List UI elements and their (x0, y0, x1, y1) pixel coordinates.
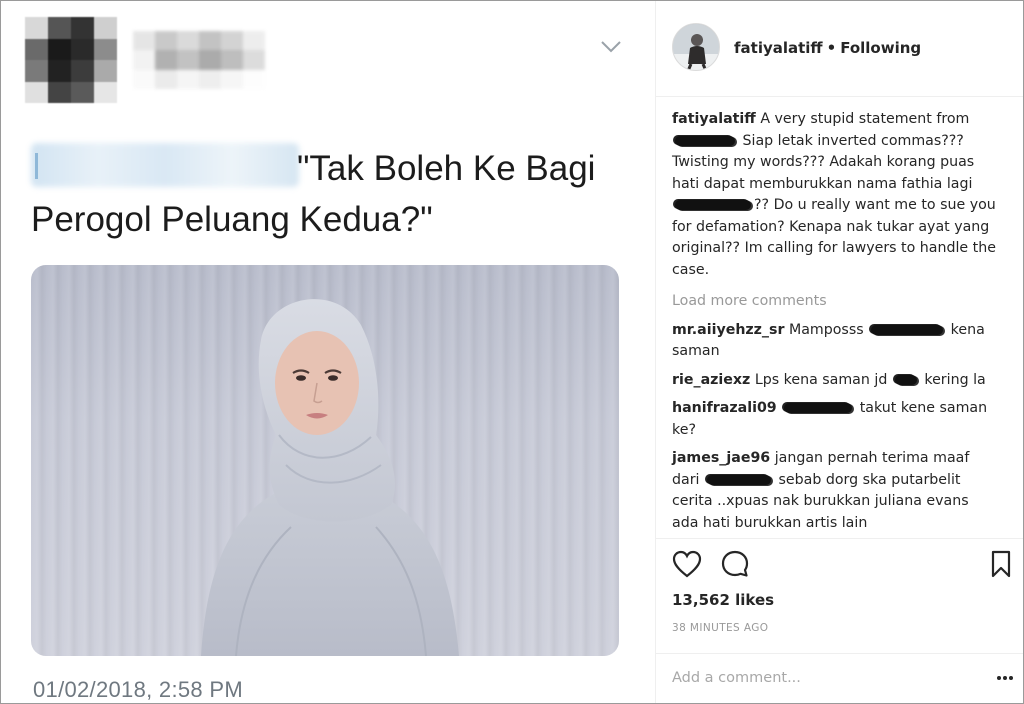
post-header: fatiyalatiff • Following (656, 1, 1023, 97)
comment-text: kering la (924, 371, 986, 388)
header-username[interactable]: fatiyalatiff (734, 39, 823, 57)
redaction-mark (707, 474, 771, 485)
load-more-comments-link[interactable]: Load more comments (672, 291, 998, 313)
profile-photo (673, 24, 719, 70)
redaction-mark (675, 200, 751, 210)
likes-count[interactable]: 13,562 likes (672, 591, 774, 609)
header-user: fatiyalatiff • Following (734, 39, 921, 57)
comment-username[interactable]: james_jae96 (672, 450, 770, 466)
censored-avatar (25, 17, 117, 103)
comment-text: Lps kena saman jd (754, 371, 888, 388)
more-options-icon[interactable] (996, 675, 1014, 681)
comment-item: rie_aziexz Lps kena saman jd kering la (672, 370, 998, 392)
caption-text-1: A very stupid statement from (760, 111, 970, 127)
redaction-mark (871, 324, 944, 335)
instagram-panel: fatiyalatiff • Following fatiyalatiff A ve… (656, 1, 1023, 703)
following-button[interactable]: Following (840, 39, 921, 57)
censored-username (133, 31, 265, 89)
actions-divider (656, 538, 1023, 539)
heart-icon[interactable] (672, 550, 702, 578)
tweet-timestamp: 01/02/2018, 2:58 PM (33, 677, 243, 702)
bookmark-icon[interactable] (991, 550, 1011, 578)
caption-username[interactable]: fatiyalatiff (672, 111, 756, 127)
tweet-image: "Tak Boleh Ke Bagi Perogol Peluang Kedua… (1, 1, 654, 703)
tweet-photo[interactable] (31, 265, 619, 656)
comment-text: Mamposss (788, 321, 864, 338)
post-time[interactable]: 38 MINUTES AGO (672, 622, 768, 634)
comment-item: james_jae96 jangan pernah terima maaf da… (672, 448, 998, 534)
comment-icon[interactable] (721, 550, 749, 578)
chevron-down-icon[interactable] (599, 39, 623, 55)
add-comment-input[interactable] (672, 667, 972, 689)
tweet-text: "Tak Boleh Ke Bagi Perogol Peluang Kedua… (31, 149, 596, 239)
redaction-mark (784, 403, 853, 413)
comment-username[interactable]: rie_aziexz (672, 372, 750, 388)
caption: fatiyalatiff A very stupid statement fro… (672, 109, 998, 281)
comments-list: fatiyalatiff A very stupid statement fro… (672, 109, 998, 541)
avatar[interactable] (672, 23, 720, 71)
separator-dot: • (826, 39, 837, 57)
comment-username[interactable]: mr.aiiyehzz_sr (672, 322, 784, 338)
woman-in-hijab-image (201, 299, 459, 656)
redaction-mark (894, 374, 917, 385)
comment-divider (656, 653, 1023, 654)
comment-item: hanifrazali09 takut kene saman ke? (672, 398, 998, 441)
comment-item: mr.aiiyehzz_sr Mamposss kena saman (672, 320, 998, 363)
comment-username[interactable]: hanifrazali09 (672, 400, 777, 416)
redaction-mark (675, 135, 735, 146)
